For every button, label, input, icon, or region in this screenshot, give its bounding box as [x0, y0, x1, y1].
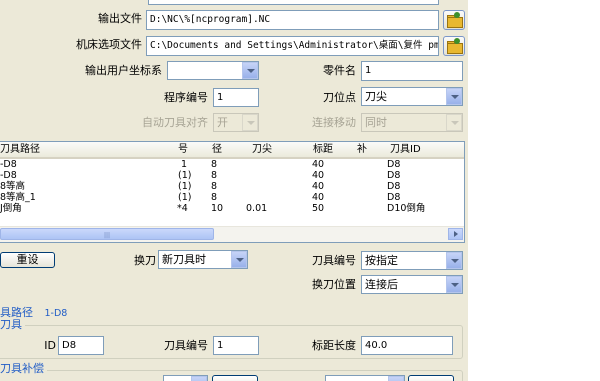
gauge-length-label: 标距长度: [312, 339, 356, 352]
chevron-down-icon[interactable]: [388, 376, 404, 381]
table-row[interactable]: -D8 (1) 8 40 D8: [0, 170, 464, 181]
cell-number: (1): [178, 192, 192, 203]
user-coord-label: 输出用户坐标系: [85, 64, 162, 77]
connect-move-label: 连接移动: [312, 116, 356, 129]
top-partial-field[interactable]: [148, 0, 439, 5]
cell-diameter: 8: [211, 181, 218, 192]
cell-number: 1: [181, 159, 188, 170]
cell-gauge: 40: [312, 181, 325, 192]
comp-select-1[interactable]: [163, 375, 208, 381]
reset-button[interactable]: 重设: [0, 252, 55, 268]
tool-change-select[interactable]: 新刀具时: [158, 250, 248, 269]
tool-change-position-value: 连接后: [365, 278, 398, 291]
col-header-toolpath[interactable]: 刀具路径: [0, 143, 40, 156]
toolpath-list-header: 刀具路径 号 径 刀尖 标距 补 刀具ID: [0, 142, 464, 159]
scrollbar-grip: |||: [104, 232, 111, 239]
gauge-length-field[interactable]: 40.0: [361, 336, 453, 355]
chevron-down-icon: [446, 114, 462, 131]
output-file-label: 输出文件: [98, 12, 142, 25]
comp-button-1[interactable]: [212, 375, 258, 381]
cell-number: *4: [177, 203, 188, 214]
comp-button-2[interactable]: [408, 375, 454, 381]
col-header-toolid[interactable]: 刀具ID: [390, 143, 421, 156]
table-row[interactable]: -D8 1 8 40 D8: [0, 159, 464, 170]
tool-change-position-label: 换刀位置: [312, 278, 356, 291]
machine-option-file-label: 机床选项文件: [76, 38, 142, 51]
tool-number-mode-select[interactable]: 按指定: [361, 251, 463, 270]
toolpath-section-name: 1-D8: [44, 308, 68, 319]
auto-align-value: 开: [217, 116, 228, 129]
tool-comp-group-title: 刀具补偿: [0, 362, 47, 376]
cell-toolpath: -D8: [0, 159, 17, 170]
tool-position-select[interactable]: 刀尖: [361, 87, 463, 106]
cell-toolid: D10倒角: [387, 203, 426, 214]
chevron-down-icon[interactable]: [446, 252, 462, 269]
ncprogram-dialog-panel: 输出文件 D:\NC\%[ncprogram].NC 机床选项文件 C:\Doc…: [0, 0, 468, 381]
col-header-gauge[interactable]: 标距: [313, 143, 333, 156]
cell-number: (1): [178, 181, 192, 192]
program-number-label: 程序编号: [164, 91, 208, 104]
table-row[interactable]: J倒角 *4 10 0.01 50 D10倒角: [0, 203, 464, 214]
program-number-field[interactable]: 1: [213, 88, 259, 107]
cell-diameter: 8: [211, 170, 218, 181]
tool-change-label: 换刀: [134, 254, 156, 267]
chevron-down-icon[interactable]: [231, 251, 247, 268]
col-header-comp[interactable]: 补: [357, 143, 367, 156]
chevron-down-icon[interactable]: [191, 376, 207, 381]
part-name-field[interactable]: 1: [361, 61, 463, 81]
auto-align-label: 自动刀具对齐: [142, 116, 208, 129]
connect-move-select: 同时: [361, 113, 463, 132]
cell-toolpath: 8等高: [0, 181, 26, 192]
connect-move-value: 同时: [365, 116, 387, 129]
cell-diameter: 8: [211, 192, 218, 203]
tool-id-field[interactable]: D8: [58, 336, 104, 355]
cell-toolid: D8: [387, 181, 401, 192]
chevron-down-icon[interactable]: [242, 62, 258, 79]
tool-change-position-select[interactable]: 连接后: [361, 275, 463, 294]
chevron-down-icon[interactable]: [446, 276, 462, 293]
tool-change-value: 新刀具时: [162, 253, 206, 266]
machine-option-browse-button[interactable]: [443, 36, 465, 56]
col-header-diameter[interactable]: 径: [212, 143, 222, 156]
scrollbar-thumb[interactable]: |||: [0, 228, 214, 240]
cell-toolid: D8: [387, 170, 401, 181]
table-row[interactable]: 8等高 (1) 8 40 D8: [0, 181, 464, 192]
cell-toolpath: -D8: [0, 170, 17, 181]
col-header-tip[interactable]: 刀尖: [252, 143, 272, 156]
cell-toolpath: 8等高_1: [0, 192, 36, 203]
tool-id-label: ID: [44, 339, 56, 352]
cell-gauge: 40: [312, 192, 325, 203]
cell-gauge: 50: [312, 203, 325, 214]
chevron-down-icon: [242, 114, 258, 131]
horizontal-scrollbar[interactable]: |||: [0, 226, 464, 242]
output-file-field[interactable]: D:\NC\%[ncprogram].NC: [146, 10, 439, 30]
chevron-right-icon[interactable]: [448, 228, 463, 240]
tool-position-value: 刀尖: [365, 90, 387, 103]
tool-number-label: 刀具编号: [164, 339, 208, 352]
tool-group-title: 刀具: [0, 318, 25, 332]
chevron-down-icon[interactable]: [446, 88, 462, 105]
output-file-browse-button[interactable]: [443, 10, 465, 30]
tool-position-label: 刀位点: [323, 91, 356, 104]
cell-gauge: 40: [312, 159, 325, 170]
machine-option-file-field[interactable]: C:\Documents and Settings\Administrator\…: [146, 36, 439, 56]
cell-tip: 0.01: [246, 203, 268, 214]
tool-number-mode-value: 按指定: [365, 254, 398, 267]
table-row[interactable]: 8等高_1 (1) 8 40 D8: [0, 192, 464, 203]
cell-gauge: 40: [312, 170, 325, 181]
tool-number-mode-label: 刀具编号: [312, 254, 356, 267]
comp-select-2[interactable]: [325, 375, 405, 381]
part-name-label: 零件名: [323, 64, 356, 77]
auto-align-select: 开: [213, 113, 259, 132]
toolpath-list[interactable]: 刀具路径 号 径 刀尖 标距 补 刀具ID -D8 1 8 40 D8 -D8 …: [0, 141, 465, 243]
col-header-number[interactable]: 号: [178, 143, 188, 156]
cell-toolid: D8: [387, 192, 401, 203]
cell-toolid: D8: [387, 159, 401, 170]
user-coord-select[interactable]: [167, 61, 259, 80]
cell-diameter: 8: [211, 159, 218, 170]
cell-diameter: 10: [211, 203, 224, 214]
cell-toolpath: J倒角: [0, 203, 22, 214]
tool-number-field[interactable]: 1: [213, 336, 259, 355]
cell-number: (1): [178, 170, 192, 181]
